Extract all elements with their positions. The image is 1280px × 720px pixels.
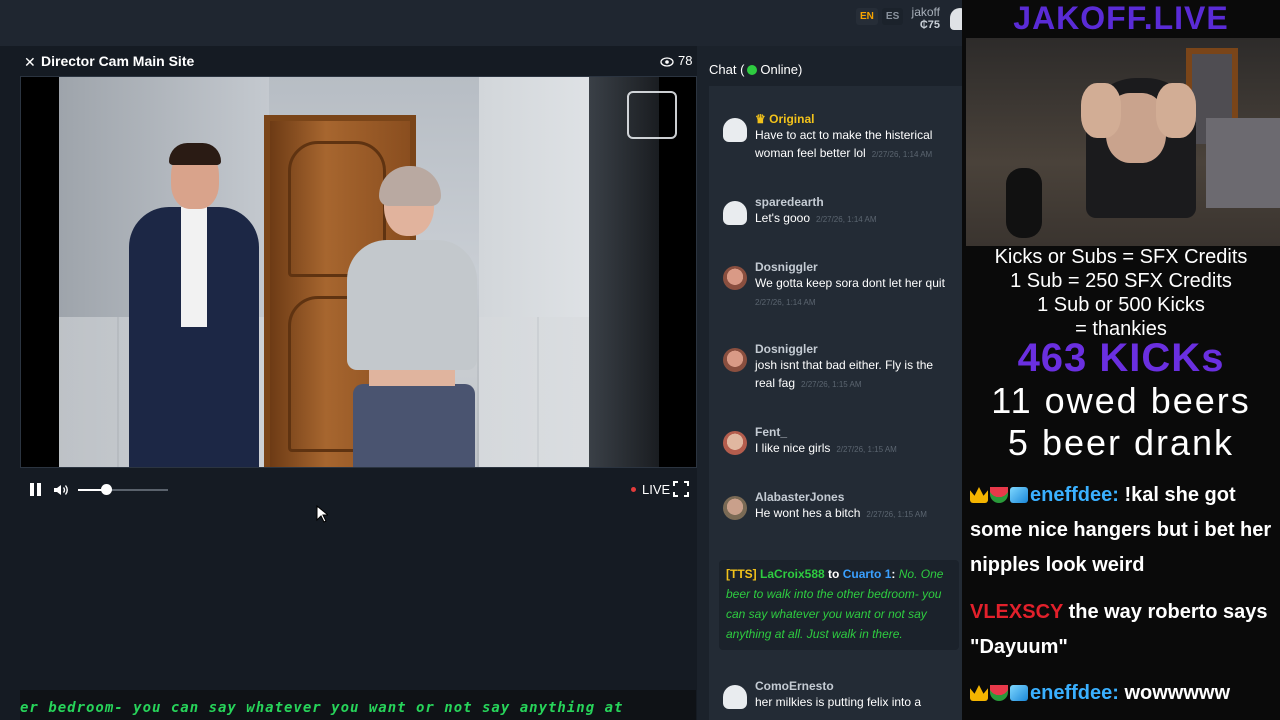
top-bar xyxy=(0,0,966,46)
language-switcher: EN ES xyxy=(856,8,904,25)
kicks-counter: 463 KICKs xyxy=(1017,336,1225,380)
overlay-chat-text: wowwwww xyxy=(1124,682,1231,704)
tts-message: [TTS] LaCroix588 to Cuarto 1: No. One be… xyxy=(719,560,959,650)
avatar xyxy=(723,201,747,225)
lang-es-button[interactable]: ES xyxy=(881,8,904,25)
chat-timestamp: 2/27/26, 1:14 AM xyxy=(755,298,816,307)
avatar xyxy=(723,266,747,290)
tts-tag: [TTS] xyxy=(726,567,757,581)
lang-en-button[interactable]: EN xyxy=(856,8,878,25)
beers-drank: 5 beer drank xyxy=(1007,422,1235,463)
avatar xyxy=(723,118,747,142)
tts-to-label: to xyxy=(828,567,840,581)
chat-header-label: Chat ( xyxy=(709,62,745,77)
user-credits: ₵75 xyxy=(919,19,940,31)
chat-text: her milkies is putting felix into a xyxy=(755,695,922,709)
ice-cube-icon xyxy=(1010,685,1028,701)
chat-username-text: Original xyxy=(769,112,815,126)
chat-timestamp: 2/27/26, 1:15 AM xyxy=(866,510,927,519)
chat-username[interactable]: ♛ Original xyxy=(755,112,955,126)
overlay-chat-message: eneffdee: wowwwww xyxy=(970,676,1276,711)
chat-text: We gotta keep sora dont let her quit xyxy=(755,276,945,290)
pause-button[interactable] xyxy=(28,482,44,498)
chat-timestamp: 2/27/26, 1:14 AM xyxy=(871,150,933,159)
user-info[interactable]: jakoff ₵75 xyxy=(906,5,940,31)
crown-icon xyxy=(970,685,988,701)
crown-icon: ♛ xyxy=(755,112,766,126)
chat-text: He wont hes a bitch xyxy=(755,506,861,520)
crown-icon xyxy=(970,487,988,503)
watermelon-icon xyxy=(990,487,1008,503)
avatar xyxy=(723,496,747,520)
user-name: jakoff xyxy=(911,5,940,19)
overlay-chat-user: VLEXSCY xyxy=(970,601,1063,623)
streamer-webcam xyxy=(966,38,1280,246)
chat-text: I like nice girls xyxy=(755,441,831,455)
microphone-icon xyxy=(1006,168,1042,238)
tts-sender[interactable]: LaCroix588 xyxy=(760,567,825,581)
viewer-count-value: 78 xyxy=(678,53,693,68)
avatar xyxy=(723,348,747,372)
overlay-line: 1 Sub or 500 Kicks xyxy=(1037,294,1205,316)
chat-username[interactable]: Fent_ xyxy=(755,425,955,439)
live-label: LIVE xyxy=(642,482,671,497)
viewer-count: 78 xyxy=(660,53,692,68)
brand-title: JAKOFF.LIVE xyxy=(1013,0,1229,36)
overlay-line: 1 Sub = 250 SFX Credits xyxy=(1010,270,1232,292)
chat-username[interactable]: Dosniggler xyxy=(755,342,955,356)
chat-header-close: ) xyxy=(797,62,803,77)
tts-destination: Cuarto 1 xyxy=(842,567,892,581)
live-indicator: LIVE xyxy=(631,482,670,497)
video-player[interactable] xyxy=(20,76,697,468)
chat-username[interactable]: ComoErnesto xyxy=(755,679,955,693)
chat-timestamp: 2/27/26, 1:15 AM xyxy=(801,380,862,389)
camera-title: Director Cam Main Site xyxy=(41,53,195,69)
fullscreen-icon[interactable] xyxy=(673,481,689,502)
overlay-chat-user: eneffdee: xyxy=(1030,682,1119,704)
overlay-chat-user: eneffdee: xyxy=(1030,484,1119,506)
overlay-chat-message: eneffdee: !kal she got some nice hangers… xyxy=(970,478,1276,583)
chat-status: Online xyxy=(760,62,798,77)
close-icon[interactable]: ✕ xyxy=(24,54,36,71)
camera-watermark-icon xyxy=(627,91,677,139)
chat-username[interactable]: Dosniggler xyxy=(755,260,955,274)
overlay-line: Kicks or Subs = SFX Credits xyxy=(994,246,1248,268)
volume-slider-handle[interactable] xyxy=(101,484,112,495)
avatar xyxy=(723,685,747,709)
video-frame xyxy=(59,77,677,467)
ticker-text: er bedroom- you can say whatever you wan… xyxy=(20,700,624,716)
chat-username[interactable]: AlabasterJones xyxy=(755,490,955,504)
person-man xyxy=(129,143,259,467)
beers-owed: 11 owed beers xyxy=(991,380,1251,421)
chat-header: Chat ( Online) xyxy=(709,62,802,77)
chat-username[interactable]: sparedearth xyxy=(755,195,955,209)
live-dot-icon xyxy=(631,487,636,492)
chat-text: Let's gooo xyxy=(755,211,811,225)
overlay-chat-message: VLEXSCY the way roberto says "Dayuum" xyxy=(970,595,1276,665)
watermelon-icon xyxy=(990,685,1008,701)
avatar xyxy=(723,431,747,455)
person-woman xyxy=(339,166,489,467)
chat-timestamp: 2/27/26, 1:14 AM xyxy=(816,215,877,224)
mouse-cursor-icon xyxy=(316,504,330,528)
online-status-icon xyxy=(747,65,758,75)
ice-cube-icon xyxy=(1010,487,1028,503)
volume-icon[interactable] xyxy=(52,481,70,504)
chat-timestamp: 2/27/26, 1:15 AM xyxy=(836,445,897,454)
eye-icon xyxy=(660,57,674,67)
tts-ticker: er bedroom- you can say whatever you wan… xyxy=(20,690,696,720)
